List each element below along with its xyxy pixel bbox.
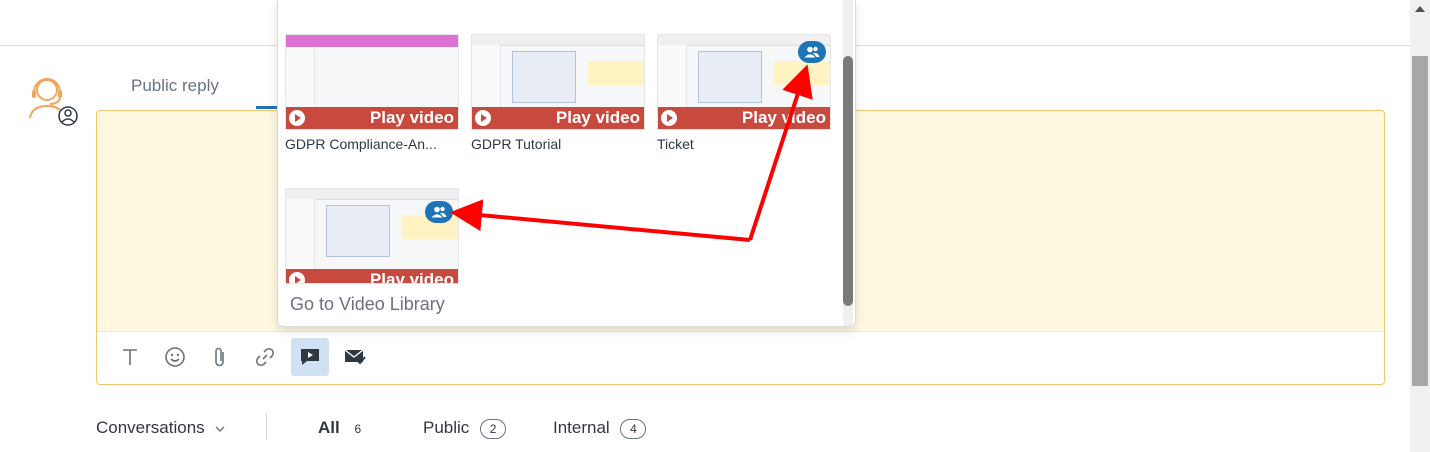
filter-all[interactable]: All 6	[318, 418, 361, 438]
conversations-dropdown[interactable]: Conversations	[96, 418, 225, 438]
filter-public[interactable]: Public 2	[423, 418, 507, 439]
conversations-dropdown-label: Conversations	[96, 418, 205, 437]
annotation-arrow-ticket	[748, 64, 813, 241]
filter-all-label: All	[318, 418, 340, 437]
filter-internal-label: Internal	[553, 418, 610, 437]
chevron-down-icon	[215, 426, 225, 432]
filter-public-label: Public	[423, 418, 470, 437]
annotation-arrow-video4	[450, 199, 751, 242]
filter-internal[interactable]: Internal 4	[553, 418, 647, 439]
filter-internal-count: 4	[620, 418, 647, 439]
nav-divider	[266, 414, 267, 440]
filter-all-count: 6	[354, 422, 362, 436]
filter-public-count: 2	[480, 418, 507, 439]
annotation-arrows	[450, 64, 813, 242]
